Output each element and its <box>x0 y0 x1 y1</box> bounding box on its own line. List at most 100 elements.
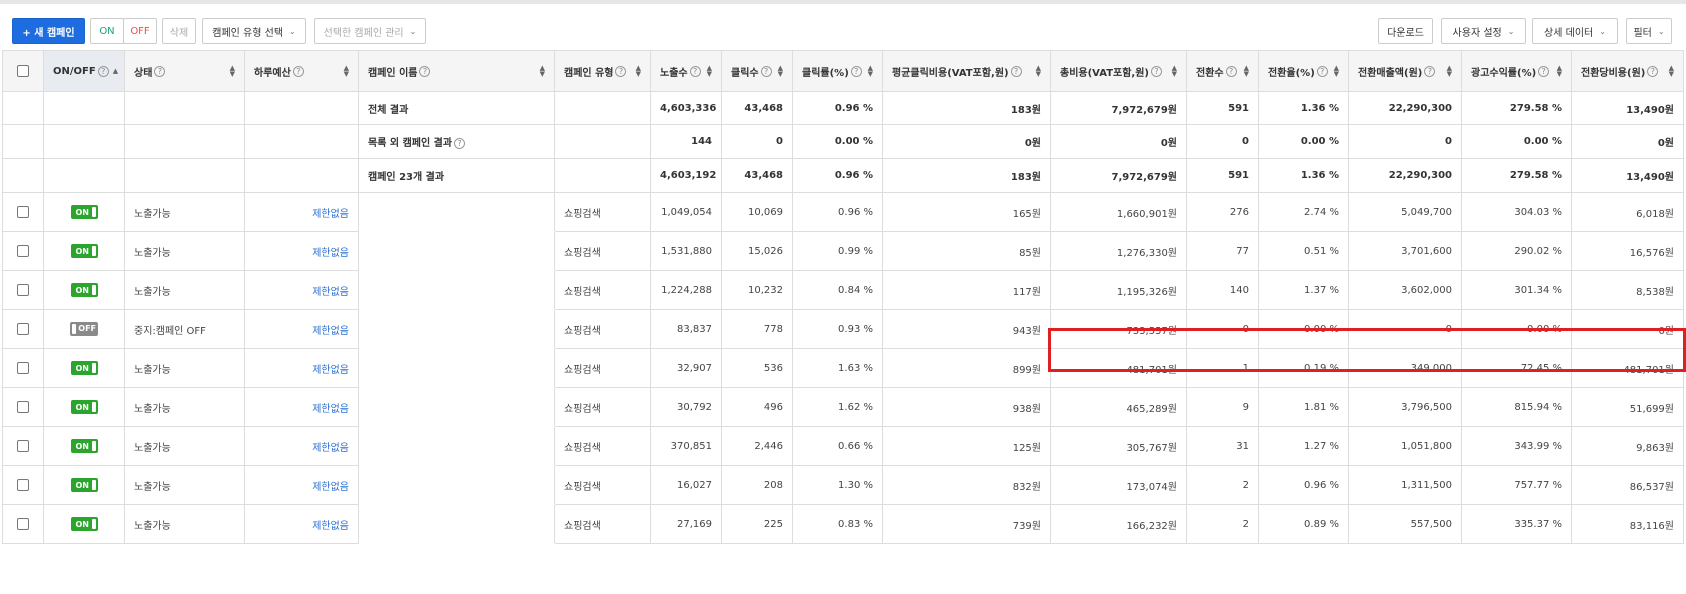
row-select-cell <box>2 348 44 388</box>
campaign-name-cell[interactable] <box>358 426 555 466</box>
sort-icon: ▲ ▼ <box>1035 64 1041 78</box>
table-row[interactable]: ON 노출가능 제한없음 쇼핑검색 16,027 208 1.30 % 832원… <box>2 465 1684 505</box>
chevron-down-icon: ⌄ <box>1657 26 1665 36</box>
help-icon[interactable]: ? <box>1225 65 1237 77</box>
header-conversions[interactable]: 전환수? ▲ ▼ <box>1186 50 1259 92</box>
onoff-toggle[interactable]: ON <box>70 244 98 258</box>
table-row[interactable]: ON 노출가능 제한없음 쇼핑검색 32,907 536 1.63 % 899원… <box>2 348 1684 388</box>
onoff-toggle[interactable]: ON <box>70 478 98 492</box>
help-icon[interactable]: ? <box>1010 65 1022 77</box>
summary-ctr: 0.00 % <box>792 124 883 159</box>
onoff-toggle[interactable]: ON <box>70 439 98 453</box>
table-row[interactable]: ON 노출가능 제한없음 쇼핑검색 30,792 496 1.62 % 938원… <box>2 387 1684 427</box>
header-cost-per-conv[interactable]: 전환당비용(원)? ▲ ▼ <box>1571 50 1684 92</box>
budget-link[interactable]: 제한없음 <box>244 504 359 544</box>
row-select-cell <box>2 309 44 349</box>
off-button[interactable]: OFF <box>123 18 157 44</box>
budget-link[interactable]: 제한없음 <box>244 309 359 349</box>
campaign-name-cell[interactable] <box>358 231 555 271</box>
table-row[interactable]: ON 노출가능 제한없음 쇼핑검색 1,224,288 10,232 0.84 … <box>2 270 1684 310</box>
budget-link[interactable]: 제한없음 <box>244 387 359 427</box>
new-campaign-button[interactable]: + 새 캠페인 <box>12 18 85 44</box>
roas-value: 815.94 % <box>1461 387 1572 427</box>
header-conv-rate[interactable]: 전환율(%)? ▲ ▼ <box>1258 50 1349 92</box>
help-icon[interactable]: ? <box>454 138 466 149</box>
summary-impressions: 4,603,192 <box>650 158 722 193</box>
header-clicks[interactable]: 클릭수? ▲ ▼ <box>721 50 793 92</box>
header-total-cost[interactable]: 총비용(VAT포함,원)? ▲ ▼ <box>1050 50 1187 92</box>
onoff-toggle[interactable]: ON <box>70 283 98 297</box>
header-ctr[interactable]: 클릭률(%)? ▲ ▼ <box>792 50 883 92</box>
budget-link[interactable]: 제한없음 <box>244 465 359 505</box>
table-row[interactable]: ON 노출가능 제한없음 쇼핑검색 27,169 225 0.83 % 739원… <box>2 504 1684 544</box>
delete-button[interactable]: 삭제 <box>162 18 196 44</box>
header-campaign-type[interactable]: 캠페인 유형? ▲ ▼ <box>554 50 651 92</box>
header-impressions[interactable]: 노출수? ▲ ▼ <box>650 50 722 92</box>
select-all-checkbox[interactable] <box>17 65 29 77</box>
campaign-type-select[interactable]: 캠페인 유형 선택 ⌄ <box>202 18 306 44</box>
campaign-name-cell[interactable] <box>358 270 555 310</box>
help-icon[interactable]: ? <box>615 65 627 77</box>
row-checkbox[interactable] <box>17 401 29 413</box>
campaign-name-cell[interactable] <box>358 465 555 505</box>
avg-cpc-value: 125원 <box>882 426 1051 466</box>
download-button[interactable]: 다운로드 <box>1378 18 1433 44</box>
sort-icon: ▲ ▼ <box>1243 64 1249 78</box>
row-checkbox[interactable] <box>17 362 29 374</box>
budget-link[interactable]: 제한없음 <box>244 426 359 466</box>
help-icon[interactable]: ? <box>154 65 166 77</box>
header-status[interactable]: 상태? ▲ ▼ <box>124 50 245 92</box>
help-icon[interactable]: ? <box>292 65 304 77</box>
header-campaign-name[interactable]: 캠페인 이름? ▲ ▼ <box>358 50 555 92</box>
conv-rate-value: 1.37 % <box>1258 270 1349 310</box>
detail-data-select[interactable]: 상세 데이터 ⌄ <box>1532 18 1618 44</box>
budget-link[interactable]: 제한없음 <box>244 192 359 232</box>
user-settings-select[interactable]: 사용자 설정 ⌄ <box>1441 18 1526 44</box>
header-onoff[interactable]: ON/OFF? ▲ <box>43 50 125 92</box>
header-daily-budget[interactable]: 하루예산? ▲ ▼ <box>244 50 359 92</box>
help-icon[interactable]: ? <box>419 65 431 77</box>
row-checkbox[interactable] <box>17 323 29 335</box>
campaign-name-cell[interactable] <box>358 387 555 427</box>
budget-link[interactable]: 제한없음 <box>244 231 359 271</box>
onoff-toggle[interactable]: ON <box>70 400 98 414</box>
ctr-value: 0.93 % <box>792 309 883 349</box>
campaign-type-text: 쇼핑검색 <box>554 426 651 466</box>
help-icon[interactable]: ? <box>760 65 772 77</box>
manage-selected-select[interactable]: 선택한 캠페인 관리 ⌄ <box>314 18 426 44</box>
help-icon[interactable]: ? <box>1424 65 1436 77</box>
help-icon[interactable]: ? <box>850 65 862 77</box>
row-checkbox[interactable] <box>17 440 29 452</box>
filter-select[interactable]: 필터 ⌄ <box>1626 18 1672 44</box>
campaign-name-cell[interactable] <box>358 192 555 232</box>
ctr-value: 0.83 % <box>792 504 883 544</box>
on-button[interactable]: ON <box>90 18 124 44</box>
help-icon[interactable]: ? <box>97 65 109 77</box>
budget-link[interactable]: 제한없음 <box>244 270 359 310</box>
help-icon[interactable]: ? <box>1538 65 1550 77</box>
table-row[interactable]: ON 노출가능 제한없음 쇼핑검색 1,049,054 10,069 0.96 … <box>2 192 1684 232</box>
row-checkbox[interactable] <box>17 518 29 530</box>
header-conv-revenue[interactable]: 전환매출액(원)? ▲ ▼ <box>1348 50 1462 92</box>
header-roas[interactable]: 광고수익률(%)? ▲ ▼ <box>1461 50 1572 92</box>
row-checkbox[interactable] <box>17 479 29 491</box>
table-row[interactable]: ON 노출가능 제한없음 쇼핑검색 1,531,880 15,026 0.99 … <box>2 231 1684 271</box>
row-checkbox[interactable] <box>17 245 29 257</box>
budget-link[interactable]: 제한없음 <box>244 348 359 388</box>
onoff-toggle[interactable]: ON <box>70 361 98 375</box>
help-icon[interactable]: ? <box>1316 65 1328 77</box>
table-row[interactable]: ON 노출가능 제한없음 쇼핑검색 370,851 2,446 0.66 % 1… <box>2 426 1684 466</box>
campaign-name-cell[interactable] <box>358 504 555 544</box>
row-checkbox[interactable] <box>17 284 29 296</box>
table-row[interactable]: OFF 중지:캠페인 OFF 제한없음 쇼핑검색 83,837 778 0.93… <box>2 309 1684 349</box>
row-checkbox[interactable] <box>17 206 29 218</box>
onoff-toggle[interactable]: ON <box>70 517 98 531</box>
campaign-name-cell[interactable] <box>358 348 555 388</box>
onoff-toggle[interactable]: ON <box>70 205 98 219</box>
help-icon[interactable]: ? <box>1150 65 1162 77</box>
help-icon[interactable]: ? <box>689 65 701 77</box>
help-icon[interactable]: ? <box>1647 65 1659 77</box>
onoff-toggle[interactable]: OFF <box>70 321 98 336</box>
campaign-name-cell[interactable] <box>358 309 555 349</box>
header-avg-cpc[interactable]: 평균클릭비용(VAT포함,원)? ▲ ▼ <box>882 50 1051 92</box>
